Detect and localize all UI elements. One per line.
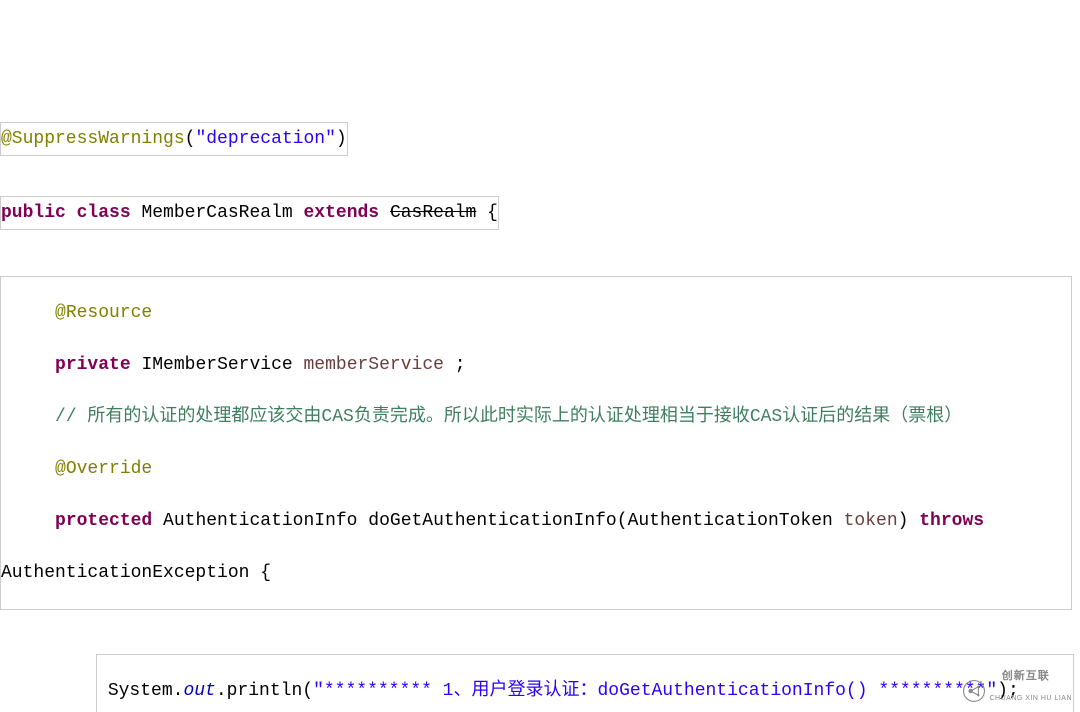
block-method-body: System.out.println("********** 1、用户登录认证：…: [96, 654, 1074, 712]
annotation-resource: @Resource: [55, 303, 152, 323]
system: System.: [108, 681, 184, 701]
keyword-protected: protected: [55, 511, 152, 531]
exception-name: AuthenticationException: [1, 563, 249, 583]
block-class-body: @Resource private IMemberService memberS…: [0, 276, 1072, 610]
keyword-private: private: [55, 355, 131, 375]
method-dogetauthinfo: doGetAuthenticationInfo: [368, 511, 616, 531]
deprecated-casrealm: CasRealm: [390, 203, 476, 223]
type-imemberservice: IMemberService: [141, 355, 292, 375]
class-name: MemberCasRealm: [141, 203, 292, 223]
annotation-suppresswarnings: @SuppressWarnings: [1, 129, 185, 149]
static-out: out: [183, 681, 215, 701]
line-2: public class MemberCasRealm extends CasR…: [0, 196, 499, 230]
keyword-extends: extends: [304, 203, 380, 223]
comment-line5: // 所有的认证的处理都应该交由CAS负责完成。所以此时实际上的认证处理相当于接…: [55, 407, 962, 427]
logo-icon: [963, 680, 985, 702]
keyword-public: public: [1, 203, 66, 223]
watermark-text: 创新互联: [1002, 670, 1050, 682]
watermark-subtext: CHUANG XIN HU LIAN: [989, 695, 1072, 702]
param-token: token: [844, 511, 898, 531]
string-deprecation: "deprecation": [195, 129, 335, 149]
line-1: @SuppressWarnings("deprecation"): [0, 122, 348, 156]
string-println: "********** 1、用户登录认证：doGetAuthentication…: [313, 681, 997, 701]
annotation-override: @Override: [55, 459, 152, 479]
field-memberservice: memberService: [304, 355, 444, 375]
keyword-class: class: [77, 203, 131, 223]
keyword-throws: throws: [919, 511, 984, 531]
watermark-logo: 创新互联 CHUANG XIN HU LIAN: [963, 655, 1072, 712]
